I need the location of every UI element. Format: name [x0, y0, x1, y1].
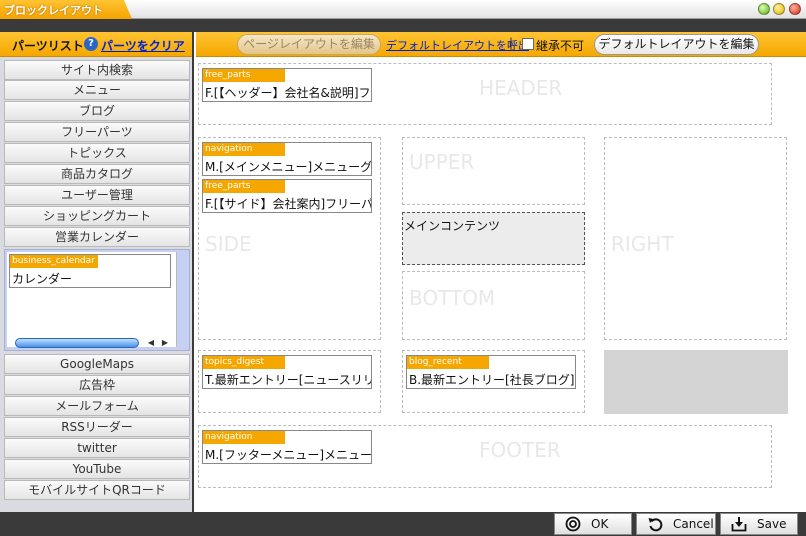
scroll-left-icon[interactable]: ◀ — [145, 338, 157, 348]
close-button[interactable] — [789, 3, 801, 15]
edit-page-layout-button[interactable]: ページレイアウトを編集 — [237, 34, 381, 55]
category-rss-reader[interactable]: RSSリーダー — [4, 417, 190, 437]
header-zone-label: HEADER — [479, 76, 563, 100]
bottom-zone[interactable]: BOTTOM — [402, 271, 585, 340]
part-label: M.[メインメニュー]メニューグ/ — [205, 160, 372, 174]
blog-recent-part[interactable]: blog_recent B.最新エントリー[社長ブログ] — [406, 355, 576, 389]
side-free-part[interactable]: free_parts F.[【サイド】会社案内]フリーパー — [202, 179, 372, 213]
category-business-calendar[interactable]: 営業カレンダー — [4, 227, 190, 247]
part-label: カレンダー — [12, 272, 73, 286]
part-tag: topics_digest — [203, 356, 285, 369]
bottom-zone-label: BOTTOM — [409, 286, 496, 310]
category-twitter[interactable]: twitter — [4, 438, 190, 458]
part-tag: navigation — [203, 431, 285, 444]
maximize-button[interactable] — [758, 3, 770, 15]
action-bar: OK Cancel Save — [0, 512, 806, 536]
category-mobile-qr[interactable]: モバイルサイトQRコード — [4, 480, 190, 500]
part-label: T.最新エントリー[ニュースリリー — [205, 373, 372, 387]
category-mail-form[interactable]: メールフォーム — [4, 396, 190, 416]
calendar-part[interactable]: business_calendar カレンダー — [9, 254, 171, 288]
inherit-disabled-checkbox[interactable] — [522, 38, 534, 50]
footer-navigation-part[interactable]: navigation M.[フッターメニュー]メニューク — [202, 430, 372, 464]
parts-list-panel: パーツリスト ? パーツをクリア サイト内検索 メニュー ブログ フリーパーツ … — [0, 32, 194, 512]
inherit-disabled-label: 継承不可 — [536, 39, 585, 53]
category-shopping-cart[interactable]: ショッピングカート — [4, 206, 190, 226]
help-icon[interactable]: ? — [84, 37, 98, 51]
calendar-parts-scroll: business_calendar カレンダー ◀ ▶ — [7, 252, 177, 348]
category-user-management[interactable]: ユーザー管理 — [4, 185, 190, 205]
save-button[interactable]: Save — [720, 513, 798, 535]
category-catalog[interactable]: 商品カタログ — [4, 164, 190, 184]
category-menu[interactable]: メニュー — [4, 80, 190, 100]
main-contents-block[interactable]: メインコンテンツ — [402, 212, 585, 265]
window-title: ブロックレイアウト — [4, 4, 103, 17]
call-default-layout-link[interactable]: デフォルトレイアウトを呼出 — [386, 37, 529, 53]
edit-default-layout-button[interactable]: デフォルトレイアウトを編集 — [594, 34, 759, 55]
part-label: M.[フッターメニュー]メニューク — [205, 448, 372, 462]
header-free-part[interactable]: free_parts F.[【ヘッダー】会社名&説明]フ — [202, 68, 372, 102]
scroll-right-icon[interactable]: ▶ — [159, 338, 171, 348]
category-ad-slot[interactable]: 広告枠 — [4, 375, 190, 395]
layout-toolbar: ページレイアウトを編集 デフォルトレイアウトを呼出 | 継承不可 デフォルトレイ… — [196, 32, 806, 57]
footer-zone-label: FOOTER — [479, 438, 561, 462]
category-site-search[interactable]: サイト内検索 — [4, 60, 190, 80]
toolbar-separator: | — [509, 36, 514, 50]
cancel-icon — [648, 518, 663, 532]
minimize-button[interactable] — [773, 3, 785, 15]
category-topics[interactable]: トピックス — [4, 143, 190, 163]
part-tag: business_calendar — [10, 255, 98, 268]
right-zone[interactable]: RIGHT — [604, 137, 787, 340]
part-tag: free_parts — [203, 180, 285, 193]
ok-button[interactable]: OK — [554, 513, 632, 535]
part-label: F.[【サイド】会社案内]フリーパー — [205, 197, 372, 211]
save-label: Save — [757, 517, 787, 531]
horizontal-scrollbar[interactable]: ◀ ▶ — [11, 338, 173, 348]
topics-digest-part[interactable]: topics_digest T.最新エントリー[ニュースリリー — [202, 355, 372, 389]
disabled-zone — [604, 350, 788, 414]
clear-parts-link[interactable]: パーツをクリア — [101, 37, 185, 54]
right-zone-label: RIGHT — [611, 232, 674, 256]
ok-label: OK — [591, 517, 609, 531]
calendar-parts-box: business_calendar カレンダー ◀ ▶ — [4, 249, 190, 351]
part-tag: navigation — [203, 143, 285, 156]
ok-icon — [565, 516, 581, 532]
parts-list-title: パーツリスト — [12, 39, 84, 53]
part-label: F.[【ヘッダー】会社名&説明]フ — [205, 86, 371, 100]
layout-canvas: HEADER free_parts F.[【ヘッダー】会社名&説明]フ SIDE… — [196, 57, 806, 512]
upper-zone-label: UPPER — [409, 150, 475, 174]
cancel-button[interactable]: Cancel — [636, 513, 716, 535]
part-tag: blog_recent — [407, 356, 489, 369]
side-navigation-part[interactable]: navigation M.[メインメニュー]メニューグ/ — [202, 142, 372, 176]
upper-zone[interactable]: UPPER — [402, 137, 585, 205]
title-divider — [0, 19, 806, 32]
cancel-label: Cancel — [673, 517, 714, 531]
category-googlemaps[interactable]: GoogleMaps — [4, 354, 190, 374]
scrollbar-thumb[interactable] — [15, 338, 139, 348]
part-label: B.最新エントリー[社長ブログ] — [409, 373, 575, 387]
parts-list-header: パーツリスト ? パーツをクリア — [0, 32, 192, 57]
category-blog[interactable]: ブログ — [4, 101, 190, 121]
category-youtube[interactable]: YouTube — [4, 459, 190, 479]
part-tag: free_parts — [203, 69, 285, 82]
title-bar: ブロックレイアウト — [0, 0, 806, 19]
save-icon — [731, 517, 747, 532]
category-free-parts[interactable]: フリーパーツ — [4, 122, 190, 142]
main-contents-label: メインコンテンツ — [404, 219, 501, 233]
side-zone-label: SIDE — [205, 232, 252, 256]
